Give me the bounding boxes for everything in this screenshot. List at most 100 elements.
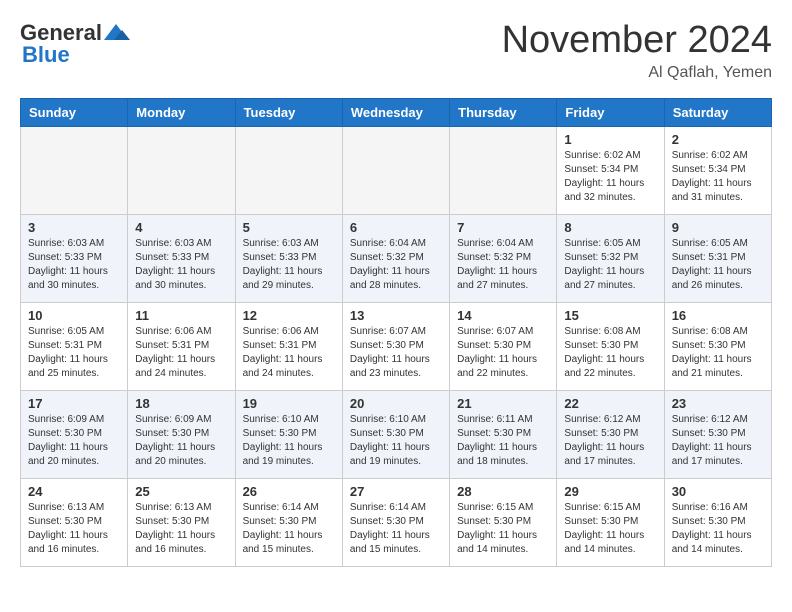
day-number: 7: [457, 220, 549, 235]
calendar-cell: 14 Sunrise: 6:07 AM Sunset: 5:30 PM Dayli…: [450, 302, 557, 390]
day-info: Sunrise: 6:10 AM Sunset: 5:30 PM Dayligh…: [350, 413, 442, 469]
day-number: 23: [672, 396, 764, 411]
day-number: 18: [135, 396, 227, 411]
calendar-cell: 18 Sunrise: 6:09 AM Sunset: 5:30 PM Dayli…: [128, 390, 235, 478]
day-number: 3: [28, 220, 120, 235]
calendar-header-thursday: Thursday: [450, 98, 557, 126]
day-number: 10: [28, 308, 120, 323]
calendar-cell: 9 Sunrise: 6:05 AM Sunset: 5:31 PM Daylig…: [664, 214, 771, 302]
day-info: Sunrise: 6:09 AM Sunset: 5:30 PM Dayligh…: [135, 413, 227, 469]
calendar-cell: 12 Sunrise: 6:06 AM Sunset: 5:31 PM Dayli…: [235, 302, 342, 390]
day-number: 22: [564, 396, 656, 411]
day-info: Sunrise: 6:13 AM Sunset: 5:30 PM Dayligh…: [28, 501, 120, 557]
day-number: 11: [135, 308, 227, 323]
calendar-header-sunday: Sunday: [21, 98, 128, 126]
day-info: Sunrise: 6:16 AM Sunset: 5:30 PM Dayligh…: [672, 501, 764, 557]
day-number: 15: [564, 308, 656, 323]
day-number: 4: [135, 220, 227, 235]
calendar-week-5: 24 Sunrise: 6:13 AM Sunset: 5:30 PM Dayli…: [21, 478, 772, 566]
calendar-cell: 6 Sunrise: 6:04 AM Sunset: 5:32 PM Daylig…: [342, 214, 449, 302]
day-info: Sunrise: 6:07 AM Sunset: 5:30 PM Dayligh…: [350, 325, 442, 381]
calendar-cell: 24 Sunrise: 6:13 AM Sunset: 5:30 PM Dayli…: [21, 478, 128, 566]
day-info: Sunrise: 6:05 AM Sunset: 5:32 PM Dayligh…: [564, 237, 656, 293]
calendar-header-monday: Monday: [128, 98, 235, 126]
day-info: Sunrise: 6:04 AM Sunset: 5:32 PM Dayligh…: [457, 237, 549, 293]
day-info: Sunrise: 6:14 AM Sunset: 5:30 PM Dayligh…: [350, 501, 442, 557]
day-info: Sunrise: 6:02 AM Sunset: 5:34 PM Dayligh…: [564, 149, 656, 205]
day-number: 1: [564, 132, 656, 147]
day-info: Sunrise: 6:15 AM Sunset: 5:30 PM Dayligh…: [564, 501, 656, 557]
day-number: 26: [243, 484, 335, 499]
calendar-cell: 3Sunrise: 6:03 AM Sunset: 5:33 PM Daylig…: [21, 214, 128, 302]
calendar-cell: 25 Sunrise: 6:13 AM Sunset: 5:30 PM Dayli…: [128, 478, 235, 566]
day-info: Sunrise: 6:03 AM Sunset: 5:33 PM Dayligh…: [135, 237, 227, 293]
calendar-week-3: 10 Sunrise: 6:05 AM Sunset: 5:31 PM Dayli…: [21, 302, 772, 390]
calendar-cell: 11 Sunrise: 6:06 AM Sunset: 5:31 PM Dayli…: [128, 302, 235, 390]
calendar: SundayMondayTuesdayWednesdayThursdayFrid…: [20, 98, 772, 567]
calendar-week-4: 17 Sunrise: 6:09 AM Sunset: 5:30 PM Dayli…: [21, 390, 772, 478]
calendar-header-wednesday: Wednesday: [342, 98, 449, 126]
logo-icon: [102, 22, 130, 44]
calendar-cell: 27Sunrise: 6:14 AM Sunset: 5:30 PM Dayli…: [342, 478, 449, 566]
calendar-cell: 2Sunrise: 6:02 AM Sunset: 5:34 PM Daylig…: [664, 126, 771, 214]
calendar-cell: 29 Sunrise: 6:15 AM Sunset: 5:30 PM Dayli…: [557, 478, 664, 566]
calendar-cell: 23Sunrise: 6:12 AM Sunset: 5:30 PM Dayli…: [664, 390, 771, 478]
calendar-header-row: SundayMondayTuesdayWednesdayThursdayFrid…: [21, 98, 772, 126]
day-number: 28: [457, 484, 549, 499]
day-number: 25: [135, 484, 227, 499]
day-info: Sunrise: 6:05 AM Sunset: 5:31 PM Dayligh…: [28, 325, 120, 381]
calendar-cell: 5 Sunrise: 6:03 AM Sunset: 5:33 PM Daylig…: [235, 214, 342, 302]
calendar-cell: 19Sunrise: 6:10 AM Sunset: 5:30 PM Dayli…: [235, 390, 342, 478]
logo: General Blue: [20, 20, 130, 68]
day-info: Sunrise: 6:04 AM Sunset: 5:32 PM Dayligh…: [350, 237, 442, 293]
calendar-cell: 7 Sunrise: 6:04 AM Sunset: 5:32 PM Daylig…: [450, 214, 557, 302]
calendar-cell: [450, 126, 557, 214]
day-number: 24: [28, 484, 120, 499]
day-number: 9: [672, 220, 764, 235]
day-info: Sunrise: 6:07 AM Sunset: 5:30 PM Dayligh…: [457, 325, 549, 381]
calendar-cell: 15 Sunrise: 6:08 AM Sunset: 5:30 PM Dayli…: [557, 302, 664, 390]
day-info: Sunrise: 6:03 AM Sunset: 5:33 PM Dayligh…: [243, 237, 335, 293]
day-number: 8: [564, 220, 656, 235]
day-number: 6: [350, 220, 442, 235]
calendar-cell: [235, 126, 342, 214]
day-info: Sunrise: 6:08 AM Sunset: 5:30 PM Dayligh…: [672, 325, 764, 381]
day-number: 12: [243, 308, 335, 323]
calendar-week-1: 1 Sunrise: 6:02 AM Sunset: 5:34 PM Daylig…: [21, 126, 772, 214]
day-number: 2: [672, 132, 764, 147]
calendar-cell: 21 Sunrise: 6:11 AM Sunset: 5:30 PM Dayli…: [450, 390, 557, 478]
day-number: 14: [457, 308, 549, 323]
day-info: Sunrise: 6:06 AM Sunset: 5:31 PM Dayligh…: [135, 325, 227, 381]
day-number: 5: [243, 220, 335, 235]
calendar-cell: 13 Sunrise: 6:07 AM Sunset: 5:30 PM Dayli…: [342, 302, 449, 390]
calendar-week-2: 3 Sunrise: 6:03 AM Sunset: 5:33 PM Daylig…: [21, 214, 772, 302]
calendar-cell: 28Sunrise: 6:15 AM Sunset: 5:30 PM Dayli…: [450, 478, 557, 566]
calendar-header-saturday: Saturday: [664, 98, 771, 126]
title-block: November 2024 Al Qaflah, Yemen: [502, 20, 772, 82]
calendar-header-friday: Friday: [557, 98, 664, 126]
day-number: 21: [457, 396, 549, 411]
calendar-cell: 10 Sunrise: 6:05 AM Sunset: 5:31 PM Dayli…: [21, 302, 128, 390]
calendar-cell: [342, 126, 449, 214]
day-number: 30: [672, 484, 764, 499]
day-info: Sunrise: 6:10 AM Sunset: 5:30 PM Dayligh…: [243, 413, 335, 469]
day-info: Sunrise: 6:05 AM Sunset: 5:31 PM Dayligh…: [672, 237, 764, 293]
day-number: 17: [28, 396, 120, 411]
calendar-cell: 17Sunrise: 6:09 AM Sunset: 5:30 PM Dayli…: [21, 390, 128, 478]
day-info: Sunrise: 6:08 AM Sunset: 5:30 PM Dayligh…: [564, 325, 656, 381]
month-title: November 2024: [502, 20, 772, 62]
calendar-cell: 4 Sunrise: 6:03 AM Sunset: 5:33 PM Daylig…: [128, 214, 235, 302]
day-number: 13: [350, 308, 442, 323]
day-number: 16: [672, 308, 764, 323]
day-info: Sunrise: 6:13 AM Sunset: 5:30 PM Dayligh…: [135, 501, 227, 557]
calendar-cell: 22Sunrise: 6:12 AM Sunset: 5:30 PM Dayli…: [557, 390, 664, 478]
calendar-header-tuesday: Tuesday: [235, 98, 342, 126]
logo-blue-text: Blue: [22, 42, 70, 67]
calendar-cell: 8 Sunrise: 6:05 AM Sunset: 5:32 PM Daylig…: [557, 214, 664, 302]
day-info: Sunrise: 6:14 AM Sunset: 5:30 PM Dayligh…: [243, 501, 335, 557]
day-info: Sunrise: 6:06 AM Sunset: 5:31 PM Dayligh…: [243, 325, 335, 381]
day-number: 29: [564, 484, 656, 499]
calendar-cell: 30 Sunrise: 6:16 AM Sunset: 5:30 PM Dayli…: [664, 478, 771, 566]
location: Al Qaflah, Yemen: [502, 64, 772, 82]
day-info: Sunrise: 6:11 AM Sunset: 5:30 PM Dayligh…: [457, 413, 549, 469]
